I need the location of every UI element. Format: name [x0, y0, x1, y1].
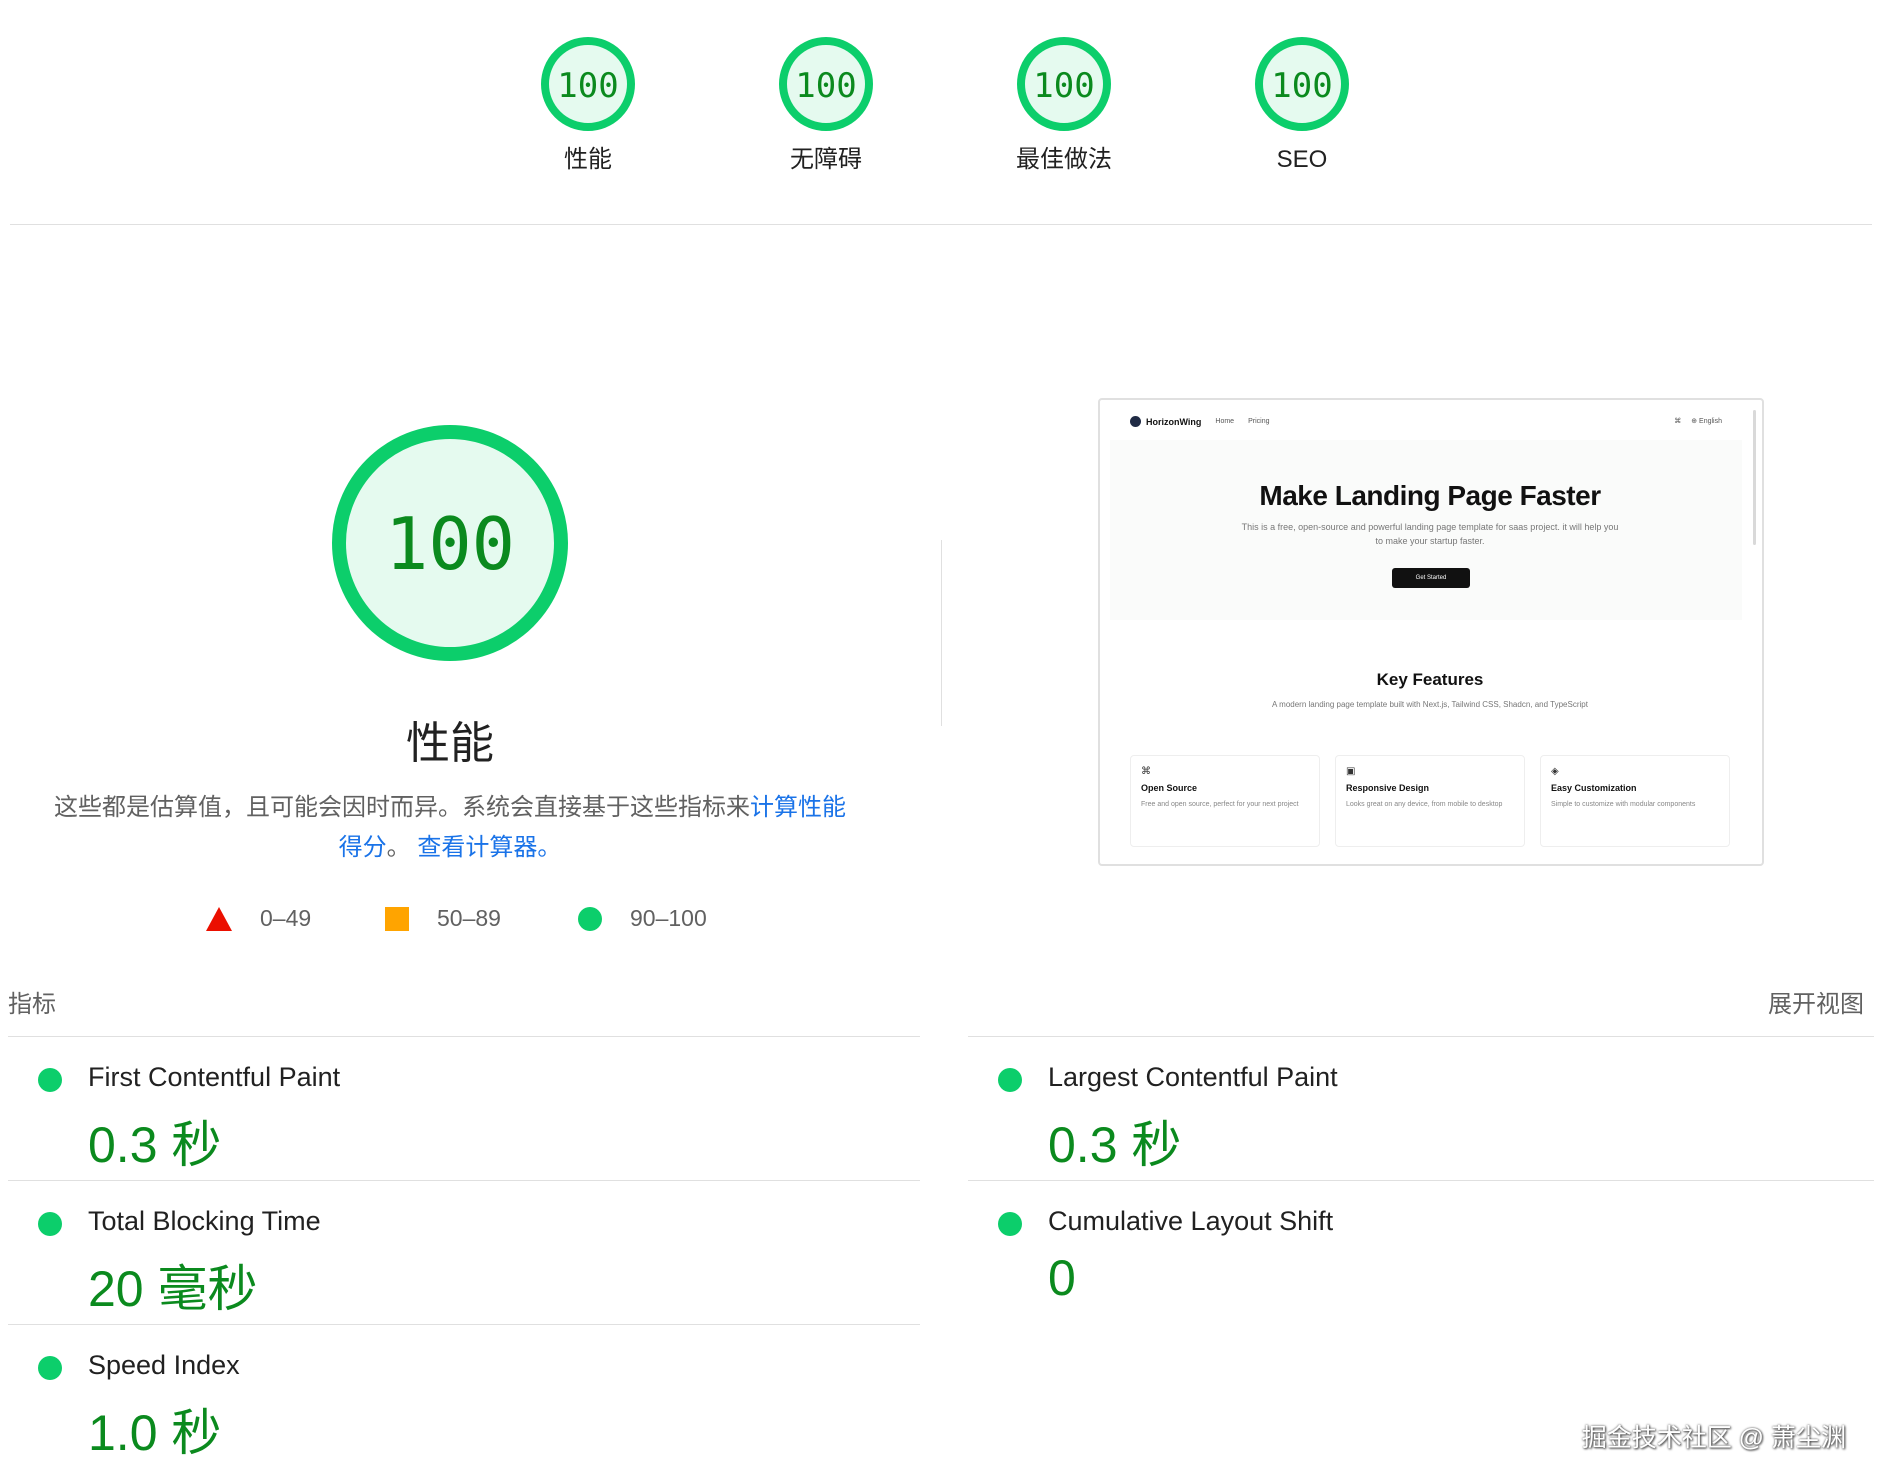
- features-title: Key Features: [1376, 670, 1484, 689]
- document-icon: ▣: [1346, 766, 1356, 777]
- gauge-label: 无障碍: [790, 146, 862, 173]
- gauge-label: SEO: [1276, 146, 1328, 173]
- gauge-label: 最佳做法: [1016, 146, 1112, 173]
- gauge-score: 100: [1033, 66, 1094, 106]
- metric-speed-index: Speed Index 1.0 秒: [8, 1325, 918, 1465]
- feature-card: ◈ Easy Customization Simple to customize…: [1540, 755, 1730, 847]
- metrics-heading: 指标: [8, 991, 56, 1018]
- circle-icon: [578, 906, 602, 931]
- pass-circle-icon: [38, 1356, 62, 1380]
- metric-name: First Contentful Paint: [88, 1062, 341, 1092]
- palette-icon: ◈: [1551, 766, 1559, 777]
- legend-pass: 90–100: [578, 905, 707, 932]
- gauge-ring: 100: [1255, 37, 1349, 131]
- feature-title: Open Source: [1141, 783, 1198, 793]
- github-icon: ⌘: [1141, 766, 1151, 777]
- performance-gauge: 100: [330, 423, 570, 668]
- performance-score: 100: [385, 502, 515, 586]
- feature-card: ▣ Responsive Design Looks great on any d…: [1335, 755, 1525, 847]
- triangle-icon: [206, 906, 232, 931]
- metric-value: 1.0 秒: [88, 1405, 222, 1461]
- metric-tbt: Total Blocking Time 20 毫秒: [8, 1181, 918, 1321]
- site-nav: HorizonWing Home Pricing: [1130, 416, 1270, 427]
- metric-name: Largest Contentful Paint: [1048, 1062, 1338, 1092]
- metric-lcp: Largest Contentful Paint 0.3 秒: [968, 1037, 1878, 1177]
- pass-circle-icon: [38, 1212, 62, 1236]
- vertical-divider: [941, 540, 942, 726]
- gauge-ring: 100: [1017, 37, 1111, 131]
- metric-value: 0.3 秒: [88, 1117, 222, 1173]
- features-subtitle: A modern landing page template built wit…: [1272, 700, 1588, 709]
- legend-average: 50–89: [385, 905, 501, 932]
- pass-circle-icon: [38, 1068, 62, 1092]
- watermark: 掘金技术社区 @ 萧尘渊: [1581, 1424, 1846, 1452]
- divider: [10, 224, 1872, 225]
- site-nav-right: ⌘ ⊕ English: [1664, 417, 1722, 425]
- gauge-score: 100: [1271, 66, 1332, 106]
- final-screenshot[interactable]: HorizonWing Home Pricing ⌘ ⊕ English Mak…: [1098, 398, 1764, 866]
- description-text: 这些都是估算值，且可能会因时而异。系统会直接基于这些指标来: [54, 794, 750, 821]
- screenshot-scrollbar: [1753, 410, 1756, 545]
- language-selector: ⊕ English: [1691, 418, 1722, 425]
- gauge-seo[interactable]: 100 SEO: [1202, 36, 1402, 172]
- get-started-button: Get Started: [1392, 568, 1470, 588]
- performance-gauge-ring: 100: [332, 425, 568, 661]
- metric-fcp: First Contentful Paint 0.3 秒: [8, 1037, 918, 1177]
- hero-title: Make Landing Page Faster: [1259, 480, 1601, 511]
- gauge-performance[interactable]: 100 性能: [488, 36, 688, 172]
- square-icon: [385, 906, 409, 931]
- lighthouse-report: 100 性能 100 无障碍 100 最佳做法 100 SEO 100 性能 这…: [0, 0, 1882, 1477]
- metric-cls: Cumulative Layout Shift 0: [968, 1181, 1878, 1321]
- brand-logo-icon: [1130, 416, 1141, 427]
- gauge-score: 100: [557, 66, 618, 106]
- metric-value: 0.3 秒: [1048, 1117, 1182, 1173]
- hero-subtitle: This is a free, open-source and powerful…: [1241, 522, 1619, 546]
- screenshot-content: HorizonWing Home Pricing ⌘ ⊕ English Mak…: [1100, 400, 1762, 864]
- gauge-accessibility[interactable]: 100 无障碍: [726, 36, 926, 172]
- calculator-link[interactable]: 查看计算器。: [417, 834, 561, 861]
- gauge-score: 100: [795, 66, 856, 106]
- nav-link-home: Home: [1215, 418, 1235, 425]
- performance-title: 性能: [406, 719, 494, 768]
- metric-name: Total Blocking Time: [88, 1206, 321, 1236]
- brand-name: HorizonWing: [1146, 416, 1202, 427]
- pass-circle-icon: [998, 1212, 1022, 1236]
- gauge-ring: 100: [779, 37, 873, 131]
- pass-circle-icon: [998, 1068, 1022, 1092]
- nav-link-pricing: Pricing: [1248, 418, 1270, 425]
- metric-value: 0: [1048, 1250, 1076, 1306]
- legend-range: 90–100: [630, 905, 707, 931]
- metric-name: Speed Index: [88, 1350, 240, 1380]
- performance-description: 这些都是估算值，且可能会因时而异。系统会直接基于这些指标来计算性能得分。 查看计…: [50, 788, 850, 868]
- description-separator: 。: [386, 834, 418, 861]
- github-icon: ⌘: [1674, 418, 1682, 425]
- feature-desc: Looks great on any device, from mobile t…: [1346, 801, 1503, 808]
- legend-range: 0–49: [260, 905, 312, 931]
- feature-desc: Free and open source, perfect for your n…: [1141, 801, 1299, 808]
- gauge-ring: 100: [541, 37, 635, 131]
- feature-title: Easy Customization: [1551, 783, 1637, 793]
- feature-desc: Simple to customize with modular compone…: [1551, 801, 1696, 808]
- legend-fail: 0–49: [206, 905, 311, 932]
- gauge-best-practices[interactable]: 100 最佳做法: [964, 36, 1164, 172]
- score-legend: 0–49 50–89 90–100: [0, 905, 900, 945]
- feature-title: Responsive Design: [1346, 783, 1430, 793]
- gauge-label: 性能: [564, 146, 612, 173]
- metric-name: Cumulative Layout Shift: [1048, 1206, 1334, 1236]
- expand-view-toggle[interactable]: 展开视图: [1768, 984, 1864, 1019]
- category-gauges: 100 性能 100 无障碍 100 最佳做法 100 SEO: [0, 0, 1882, 225]
- feature-card: ⌘ Open Source Free and open source, perf…: [1130, 755, 1320, 847]
- legend-range: 50–89: [437, 905, 501, 931]
- metric-value: 20 毫秒: [88, 1261, 258, 1317]
